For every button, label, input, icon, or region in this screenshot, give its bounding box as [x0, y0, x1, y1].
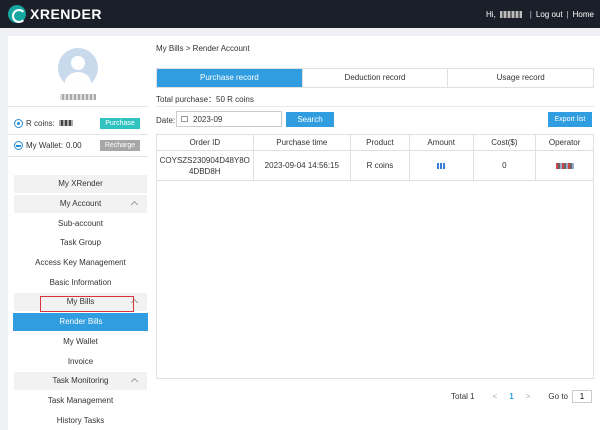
column-header: Cost($) [474, 135, 537, 150]
sidebar-item-my-account[interactable]: My Account [14, 195, 147, 213]
operator-redacted [555, 162, 574, 169]
export-list-button[interactable]: Export list [548, 112, 592, 127]
main-panel: My Bills > Render Account Purchase recor… [148, 36, 600, 430]
order-id-cell: COYSZS230904D48Y8O4DBD8H [157, 151, 254, 180]
divider [8, 156, 148, 157]
amount-cell [410, 151, 474, 180]
greeting: Hi, [486, 9, 496, 19]
operator-cell [536, 151, 593, 180]
sidebar-item-basic-information[interactable]: Basic Information [14, 274, 147, 292]
date-input[interactable] [176, 111, 282, 127]
pagination: Total 1 < 1 > Go to [451, 390, 592, 403]
column-header: Operator [548, 137, 581, 147]
sidebar-item-my-xrender[interactable]: My XRender [14, 175, 147, 193]
purchase-button[interactable]: Purchase [100, 117, 140, 129]
sidebar-item-task-management[interactable]: Task Management [14, 392, 147, 410]
sidebar-item-my-wallet[interactable]: My Wallet [14, 333, 147, 351]
top-nav: Hi, | Log out | Home [486, 0, 594, 28]
goto-label: Go to [548, 392, 568, 401]
prev-page-button[interactable]: < [493, 392, 498, 401]
wallet-label: My Wallet: [26, 140, 64, 150]
column-header: Purchase time [254, 135, 352, 150]
nav-separator: | [566, 9, 569, 19]
rcoins-label: R coins: [26, 118, 55, 128]
coin-icon [14, 118, 23, 128]
sidebar: R coins: Purchase My Wallet: 0.00 Rechar… [8, 36, 149, 430]
amount-redacted [437, 162, 446, 169]
purchase-table: Order ID Purchase time Product Amount Co… [156, 134, 594, 379]
date-label: Date: [156, 116, 176, 125]
total-purchase: Total purchase：50 R coins [156, 95, 254, 104]
divider [8, 106, 148, 107]
cost-cell: 0 [474, 151, 537, 180]
search-button[interactable]: Search [286, 112, 334, 127]
next-page-button[interactable]: > [526, 392, 531, 401]
logo-text: XRENDER [30, 6, 102, 22]
rcoins-value-redacted [58, 120, 73, 126]
sidebar-item-label: Task Monitoring [52, 376, 109, 385]
wallet-row: My Wallet: 0.00 Recharge [14, 138, 144, 152]
chevron-up-icon [130, 200, 139, 209]
recharge-button[interactable]: Recharge [100, 139, 140, 151]
sidebar-item-invoice[interactable]: Invoice [14, 353, 147, 371]
sidebar-item-history-tasks[interactable]: History Tasks [14, 412, 147, 430]
user-id-redacted [60, 94, 96, 100]
highlight-box [40, 296, 134, 312]
purchase-time-cell: 2023-09-04 14:56:15 [254, 151, 352, 180]
avatar [58, 48, 98, 88]
divider [156, 106, 594, 107]
logo-icon [8, 5, 26, 23]
sidebar-item-label: My Account [59, 199, 102, 208]
sidebar-item-access-key-management[interactable]: Access Key Management [14, 254, 147, 272]
tab-purchase-record[interactable]: Purchase record [157, 69, 303, 87]
sidebar-item-task-monitoring[interactable]: Task Monitoring [14, 372, 147, 390]
tab-deduction-record[interactable]: Deduction record [302, 69, 449, 87]
logout-link[interactable]: Log out [536, 10, 563, 19]
sidebar-item-sub-account[interactable]: Sub-account [14, 215, 147, 233]
wallet-value: 0.00 [66, 140, 82, 150]
table-header: Order ID Purchase time Product Amount Co… [157, 135, 593, 151]
product-cell: R coins [351, 151, 410, 180]
rcoins-row: R coins: Purchase [14, 116, 144, 130]
column-header: Product [351, 135, 410, 150]
table-row: COYSZS230904D48Y8O4DBD8H 2023-09-04 14:5… [157, 151, 593, 181]
divider [8, 134, 148, 135]
calendar-icon [181, 116, 188, 122]
nav-separator: | [529, 9, 532, 19]
breadcrumb: My Bills > Render Account [156, 44, 250, 53]
column-header: Order ID [157, 135, 254, 150]
goto-page-input[interactable] [572, 390, 592, 403]
sidebar-item-task-group[interactable]: Task Group [14, 234, 147, 252]
chevron-up-icon [130, 377, 139, 386]
username-redacted [499, 10, 522, 18]
top-bar: XRENDER Hi, | Log out | Home [0, 0, 600, 28]
page-number[interactable]: 1 [509, 392, 513, 401]
column-header: Amount [410, 135, 474, 150]
tab-usage-record[interactable]: Usage record [448, 69, 594, 87]
home-link[interactable]: Home [573, 10, 594, 19]
record-tabs: Purchase record Deduction record Usage r… [156, 68, 594, 88]
logo[interactable]: XRENDER [8, 5, 102, 23]
wallet-icon [14, 140, 23, 150]
pagination-total: Total 1 [451, 392, 475, 401]
sidebar-item-render-bills[interactable]: Render Bills [13, 313, 149, 331]
